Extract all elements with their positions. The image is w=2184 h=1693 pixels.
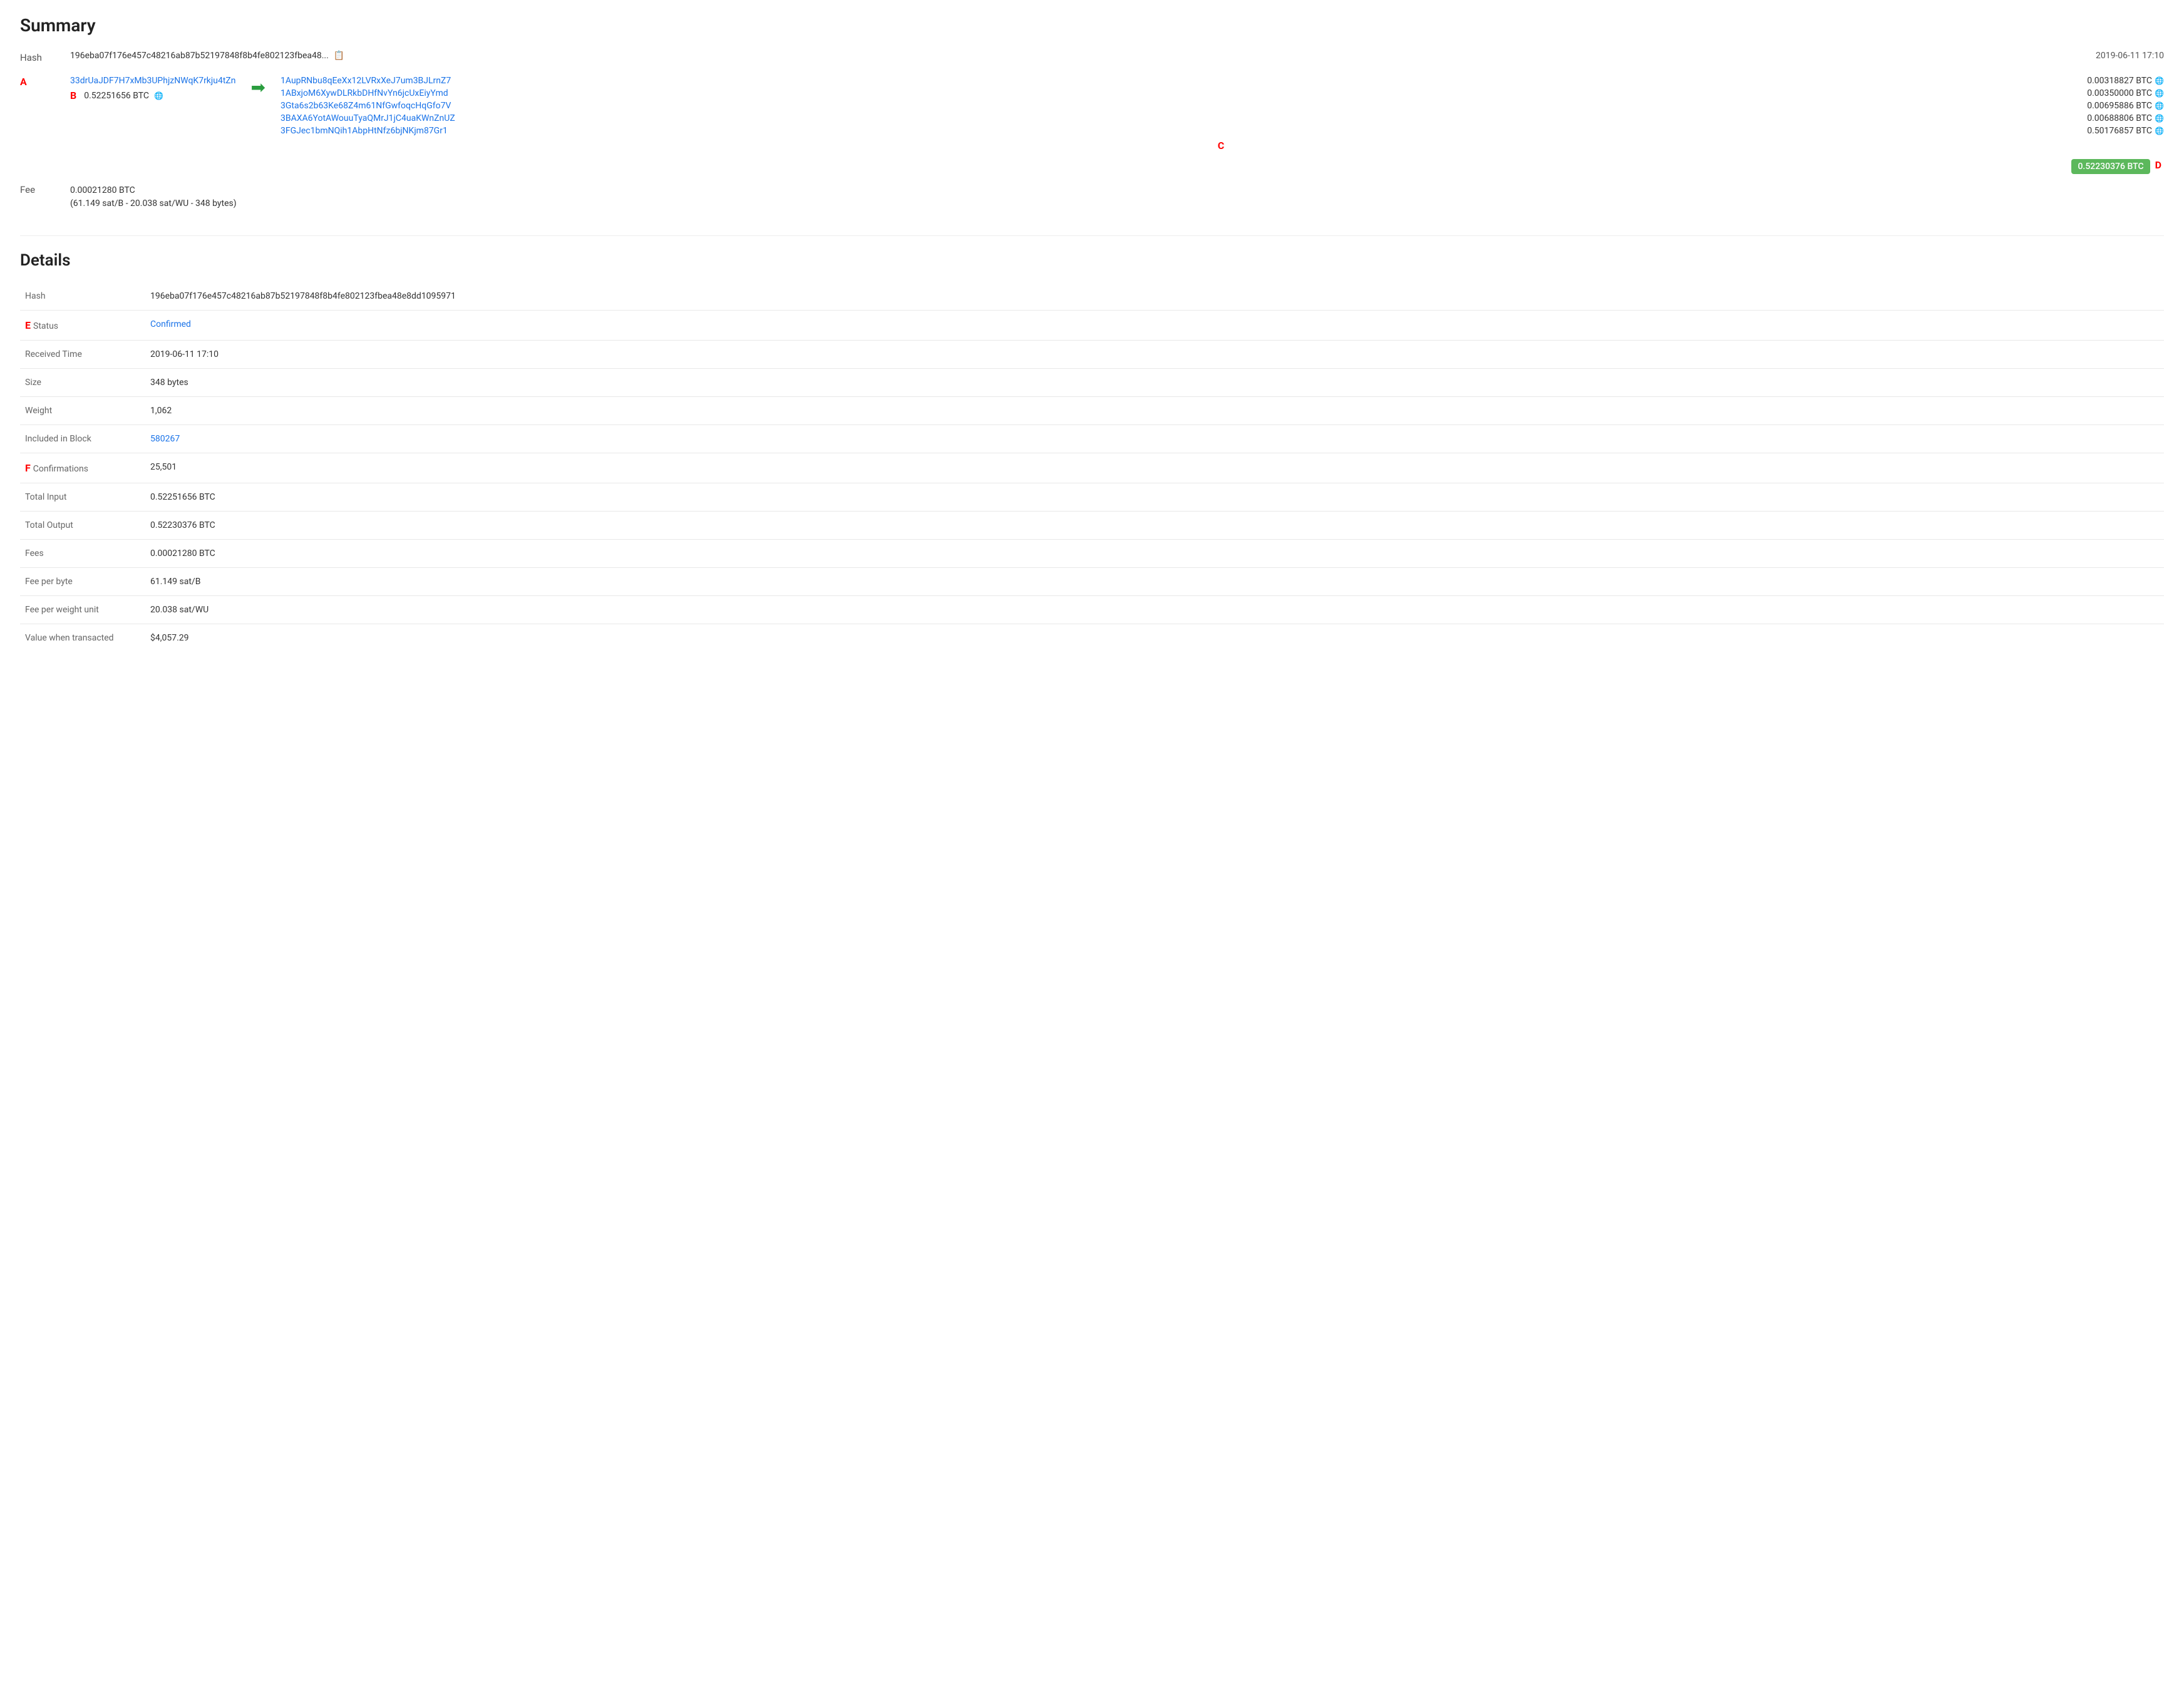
output-row-0: 1AupRNbu8qEeXx12LVRxXeJ7um3BJLrnZ7 0.003… [281, 76, 2164, 86]
globe-icon-2: 🌐 [2155, 101, 2164, 110]
total-badge: 0.52230376 BTC [2071, 159, 2150, 174]
anno-c-container: C [281, 140, 2164, 152]
summary-section: Summary Hash 196eba07f176e457c48216ab87b… [20, 15, 2164, 210]
arrow-container: ➡ [251, 77, 265, 98]
details-table: Hash196eba07f176e457c48216ab87b52197848f… [20, 282, 2164, 652]
details-section: Details Hash196eba07f176e457c48216ab87b5… [20, 235, 2164, 652]
annotation-e: E [25, 319, 31, 331]
hash-wrapper: 196eba07f176e457c48216ab87b52197848f8b4f… [70, 51, 2164, 61]
field-value-fee-per-weight-unit: 20.038 sat/WU [145, 596, 2164, 624]
output-address-4[interactable]: 3FGJec1bmNQih1AbpHtNfz6bjNKjm87Gr1 [281, 126, 448, 136]
tx-inputs: 33drUaJDF7H7xMb3UPhjzNWqK7rkju4tZn B 0.5… [70, 76, 236, 101]
tx-input-item: 33drUaJDF7H7xMb3UPhjzNWqK7rkju4tZn [70, 76, 236, 86]
details-row: Included in Block580267 [20, 425, 2164, 453]
tx-flow-row: A 33drUaJDF7H7xMb3UPhjzNWqK7rkju4tZn B 0… [20, 76, 2164, 174]
field-value-fees: 0.00021280 BTC [145, 540, 2164, 568]
globe-icon-4: 🌐 [2155, 126, 2164, 135]
input-address-link[interactable]: 33drUaJDF7H7xMb3UPhjzNWqK7rkju4tZn [70, 76, 236, 86]
annotation-f: F [25, 462, 31, 474]
output-amount-2: 0.00695886 BTC 🌐 [2087, 101, 2164, 111]
annotation-b: B [70, 90, 76, 101]
output-row-3: 3BAXA6YotAWouuTyaQMrJ1jC4uaKWnZnUZ 0.006… [281, 113, 2164, 123]
summary-title: Summary [20, 15, 2164, 36]
arrow-icon: ➡ [251, 77, 265, 98]
globe-icon-0: 🌐 [2155, 76, 2164, 85]
details-row: Value when transacted$4,057.29 [20, 624, 2164, 652]
fee-details: 0.00021280 BTC (61.149 sat/B - 20.038 sa… [70, 184, 237, 210]
output-amount-1: 0.00350000 BTC 🌐 [2087, 88, 2164, 98]
field-value-weight: 1,062 [145, 397, 2164, 425]
output-address-2[interactable]: 3Gta6s2b63Ke68Z4m61NfGwfoqcHqGfo7V [281, 101, 451, 111]
details-row: Fee per weight unit20.038 sat/WU [20, 596, 2164, 624]
tx-outputs: 1AupRNbu8qEeXx12LVRxXeJ7um3BJLrnZ7 0.003… [281, 76, 2164, 174]
details-row: Fee per byte61.149 sat/B [20, 568, 2164, 596]
details-row: Total Input0.52251656 BTC [20, 483, 2164, 512]
details-row: Weight1,062 [20, 397, 2164, 425]
field-value-fee-per-byte: 61.149 sat/B [145, 568, 2164, 596]
output-address-0[interactable]: 1AupRNbu8qEeXx12LVRxXeJ7um3BJLrnZ7 [281, 76, 451, 86]
annotation-c: C [1218, 140, 1224, 152]
hash-row: Hash 196eba07f176e457c48216ab87b52197848… [20, 51, 2164, 63]
copy-icon[interactable]: 📋 [334, 51, 344, 61]
details-row: Hash196eba07f176e457c48216ab87b52197848f… [20, 282, 2164, 311]
output-row-1: 1ABxjoM6XywDLRkbDHfNvYn6jcUxEiyYmd 0.003… [281, 88, 2164, 98]
output-address-1[interactable]: 1ABxjoM6XywDLRkbDHfNvYn6jcUxEiyYmd [281, 88, 448, 98]
details-row: FConfirmations25,501 [20, 453, 2164, 483]
details-row: Size348 bytes [20, 369, 2164, 397]
output-row-2: 3Gta6s2b63Ke68Z4m61NfGwfoqcHqGfo7V 0.006… [281, 101, 2164, 111]
output-address-3[interactable]: 3BAXA6YotAWouuTyaQMrJ1jC4uaKWnZnUZ [281, 113, 455, 123]
field-value-size: 348 bytes [145, 369, 2164, 397]
field-value-total-output: 0.52230376 BTC [145, 512, 2164, 540]
hash-short-text: 196eba07f176e457c48216ab87b52197848f8b4f… [70, 51, 329, 61]
fee-label: Fee [20, 184, 70, 195]
annotation-a: A [20, 76, 27, 88]
field-value-total-input: 0.52251656 BTC [145, 483, 2164, 512]
output-amount-3: 0.00688806 BTC 🌐 [2087, 113, 2164, 123]
field-value-received-time: 2019-06-11 17:10 [145, 341, 2164, 369]
fee-breakdown: (61.149 sat/B - 20.038 sat/WU - 348 byte… [70, 197, 237, 210]
input-amount-row: B 0.52251656 BTC 🌐 [70, 90, 236, 101]
output-row-4: 3FGJec1bmNQih1AbpHtNfz6bjNKjm87Gr1 0.501… [281, 126, 2164, 136]
field-value-value-when-transacted: $4,057.29 [145, 624, 2164, 652]
output-amount-0: 0.00318827 BTC 🌐 [2087, 76, 2164, 86]
input-amount: 0.52251656 BTC [84, 91, 149, 101]
details-row: Total Output0.52230376 BTC [20, 512, 2164, 540]
field-value-confirmations: 25,501 [145, 453, 2164, 483]
tx-total-row: 0.52230376 BTC D [281, 159, 2164, 174]
details-title: Details [20, 251, 2164, 270]
details-row: EStatusConfirmed [20, 311, 2164, 341]
timestamp: 2019-06-11 17:10 [2096, 51, 2164, 61]
globe-icon-1: 🌐 [2155, 89, 2164, 98]
hash-label: Hash [20, 51, 70, 63]
output-amount-4: 0.50176857 BTC 🌐 [2087, 126, 2164, 136]
details-row: Fees0.00021280 BTC [20, 540, 2164, 568]
hash-left: 196eba07f176e457c48216ab87b52197848f8b4f… [70, 51, 2096, 61]
fee-row: Fee 0.00021280 BTC (61.149 sat/B - 20.03… [20, 184, 2164, 210]
field-value-included-in-block: 580267 [145, 425, 2164, 453]
anno-a-container: A [20, 76, 70, 88]
field-value-status: Confirmed [145, 311, 2164, 341]
fee-amount: 0.00021280 BTC [70, 184, 237, 197]
globe-icon-3: 🌐 [2155, 114, 2164, 123]
annotation-d: D [2155, 159, 2161, 174]
field-value-hash: 196eba07f176e457c48216ab87b52197848f8b4f… [145, 282, 2164, 311]
globe-icon-input: 🌐 [154, 91, 163, 100]
details-row: Received Time2019-06-11 17:10 [20, 341, 2164, 369]
